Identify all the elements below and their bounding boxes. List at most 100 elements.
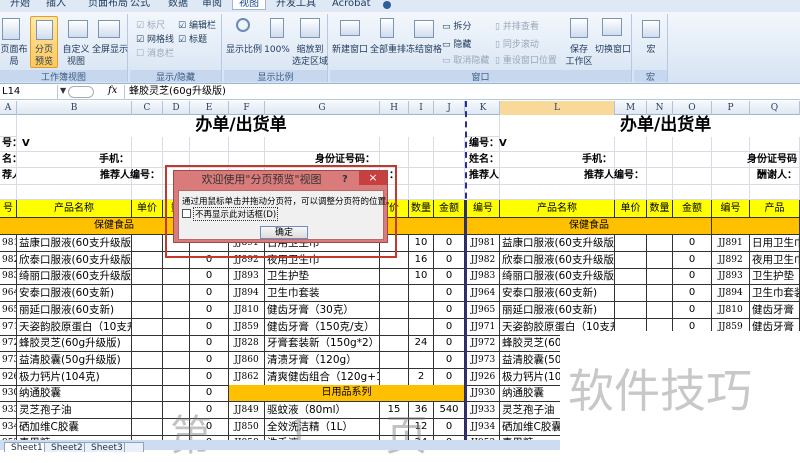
tab-0[interactable]: 开始 [4,0,36,10]
table-cell-O: 0 [673,235,712,252]
column-header-N[interactable]: N [647,101,673,115]
dont-show-label[interactable]: 不再显示此对话框(D) [193,207,279,221]
column-header-F[interactable]: F [229,101,265,115]
column-header-B[interactable]: B [17,101,132,115]
section-band-right [712,218,800,235]
column-header-M[interactable]: M [615,101,647,115]
formula-scroll-handle[interactable] [68,86,94,98]
tab-5[interactable]: 审阅 [196,0,228,10]
column-header-E[interactable]: E [190,101,229,115]
grid-cell [409,168,434,185]
sheet-tab-3[interactable]: Sheet3 [84,442,130,453]
custom-view-button[interactable]: 自定义 [60,44,92,56]
arrange-all-button[interactable]: 全部重排 [370,44,406,56]
new-window-button[interactable]: 新建窗口 [330,44,370,56]
column-header-Q[interactable]: Q [750,101,800,115]
help-button[interactable]: ? [342,171,348,189]
grid-cell [163,137,190,152]
reset-window-button[interactable]: ▯ 重设窗口位置 [495,55,557,67]
zoom-button[interactable]: 显示比例 [226,44,262,56]
page-break-preview-button[interactable]: 分页 预览 [30,16,58,68]
gridlines-checkbox[interactable]: ☑ 网格线 [136,34,174,46]
hide-button[interactable]: ▭ 隐藏 [442,39,471,51]
table-cell-K: JJ981 [467,235,500,252]
grid-cell [712,137,750,152]
formula-bar-checkbox[interactable]: ☑ 编辑栏 [178,20,216,32]
column-header-D[interactable]: D [163,101,190,115]
grid-cell [229,137,265,152]
table-cell-L: 安泰口服液(60支新) [500,285,615,302]
insert-sheet-icon[interactable] [124,442,144,452]
close-button[interactable]: × [359,171,387,185]
sync-scroll-button[interactable]: ▯ 同步滚动 [495,39,539,51]
formula-input[interactable]: 蜂胶灵芝(60g升级版) [124,85,800,99]
table-cell-B: 益清胶囊(50g升级版) [17,352,132,369]
column-header-P[interactable]: P [712,101,750,115]
table-cell-B: 灵芝孢子油 [17,402,132,419]
freeze-panes-button[interactable]: 冻结窗格 [406,44,442,56]
column-header-L[interactable]: L [500,101,615,115]
table-cell-I [409,352,434,369]
column-header-K[interactable]: K [467,101,500,115]
welcome-dialog: 欢迎使用"分页预览"视图 ? × 通过用鼠标单击并拖动分页符，可以调整分页符的位… [173,170,395,243]
table-cell-A: 964 [0,285,17,302]
message-bar-label: 消息栏 [146,49,174,59]
macros-button[interactable]: 宏 [634,44,668,56]
fx-icon[interactable]: fx [108,85,117,96]
table-cell-L: 欣泰口服液(60支升级版) [500,252,615,269]
column-header-C[interactable]: C [132,101,163,115]
zoom-to-selection-button[interactable]: 缩放到 [292,44,328,56]
table-cell-M [615,268,647,285]
page-layout-button[interactable]: 页面布局 [0,44,28,68]
column-header-G[interactable]: G [265,101,380,115]
table-cell-J: 0 [434,268,465,285]
page-break-label: 分页 [34,45,53,55]
unhide-button[interactable]: ▭ 取消隐藏 [442,55,489,67]
table-cell-F: JJ893 [229,268,265,285]
message-bar-checkbox[interactable]: ☐ 消息栏 [136,48,174,60]
column-header-J[interactable]: J [434,101,465,115]
tab-8[interactable]: Acrobat [326,0,377,10]
name-box-dropdown-icon[interactable]: ▼ [60,86,66,95]
table-cell-C [132,385,163,402]
column-header-A[interactable]: A [0,101,17,115]
sheet-tab-1[interactable]: Sheet1 [4,442,50,453]
table-cell-N [647,302,673,319]
grid-cell [647,152,673,168]
grid-cell [750,185,800,200]
table-cell-D [163,319,190,336]
column-header-H[interactable]: H [380,101,409,115]
table-cell-B: 益康口服液(60支升级版) [17,235,132,252]
table-cell-A: 965 [0,302,17,319]
full-screen-button[interactable]: 全屏显示 [92,44,128,56]
grid-cell [467,185,500,200]
column-header-I[interactable]: I [409,101,434,115]
table-cell-Q: 卫生护垫 [750,268,800,285]
column-title-C: 单价 [132,200,163,218]
tab-6[interactable]: 视图 [232,0,266,10]
side-by-side-button[interactable]: ▯ 并排查看 [495,21,539,33]
thanks-label-right: 酬谢人： [712,168,800,185]
sheet-tab-2[interactable]: Sheet2 [44,442,90,453]
help-icon[interactable] [383,1,391,9]
macro-icon [642,20,660,38]
table-cell-F: JJ859 [229,319,265,336]
freeze-panes-icon [414,20,434,38]
group-macros: 宏 宏 [634,14,668,83]
headings-checkbox[interactable]: ☑ 标题 [178,34,207,46]
split-button[interactable]: ▭ 拆分 [442,21,471,33]
tab-1[interactable]: 插入 [40,0,72,10]
switch-window-button[interactable]: 切换窗口 [594,44,632,56]
tab-4[interactable]: 数据 [162,0,194,10]
save-workspace-button[interactable]: 保存 [562,44,596,56]
ruler-checkbox[interactable]: ☑ 标尺 [136,20,165,32]
column-header-O[interactable]: O [673,101,712,115]
zoom-100-button[interactable]: 100% [262,44,292,56]
name-box[interactable]: L14 [0,85,58,99]
tab-7[interactable]: 开发工具 [270,0,322,10]
tab-3[interactable]: 公式 [124,0,156,10]
dont-show-checkbox[interactable] [182,209,191,218]
ok-button[interactable]: 确定 [260,226,308,239]
code-label-right: 编号：V [467,137,615,152]
table-cell-Q: 健齿牙膏（ [750,302,800,319]
